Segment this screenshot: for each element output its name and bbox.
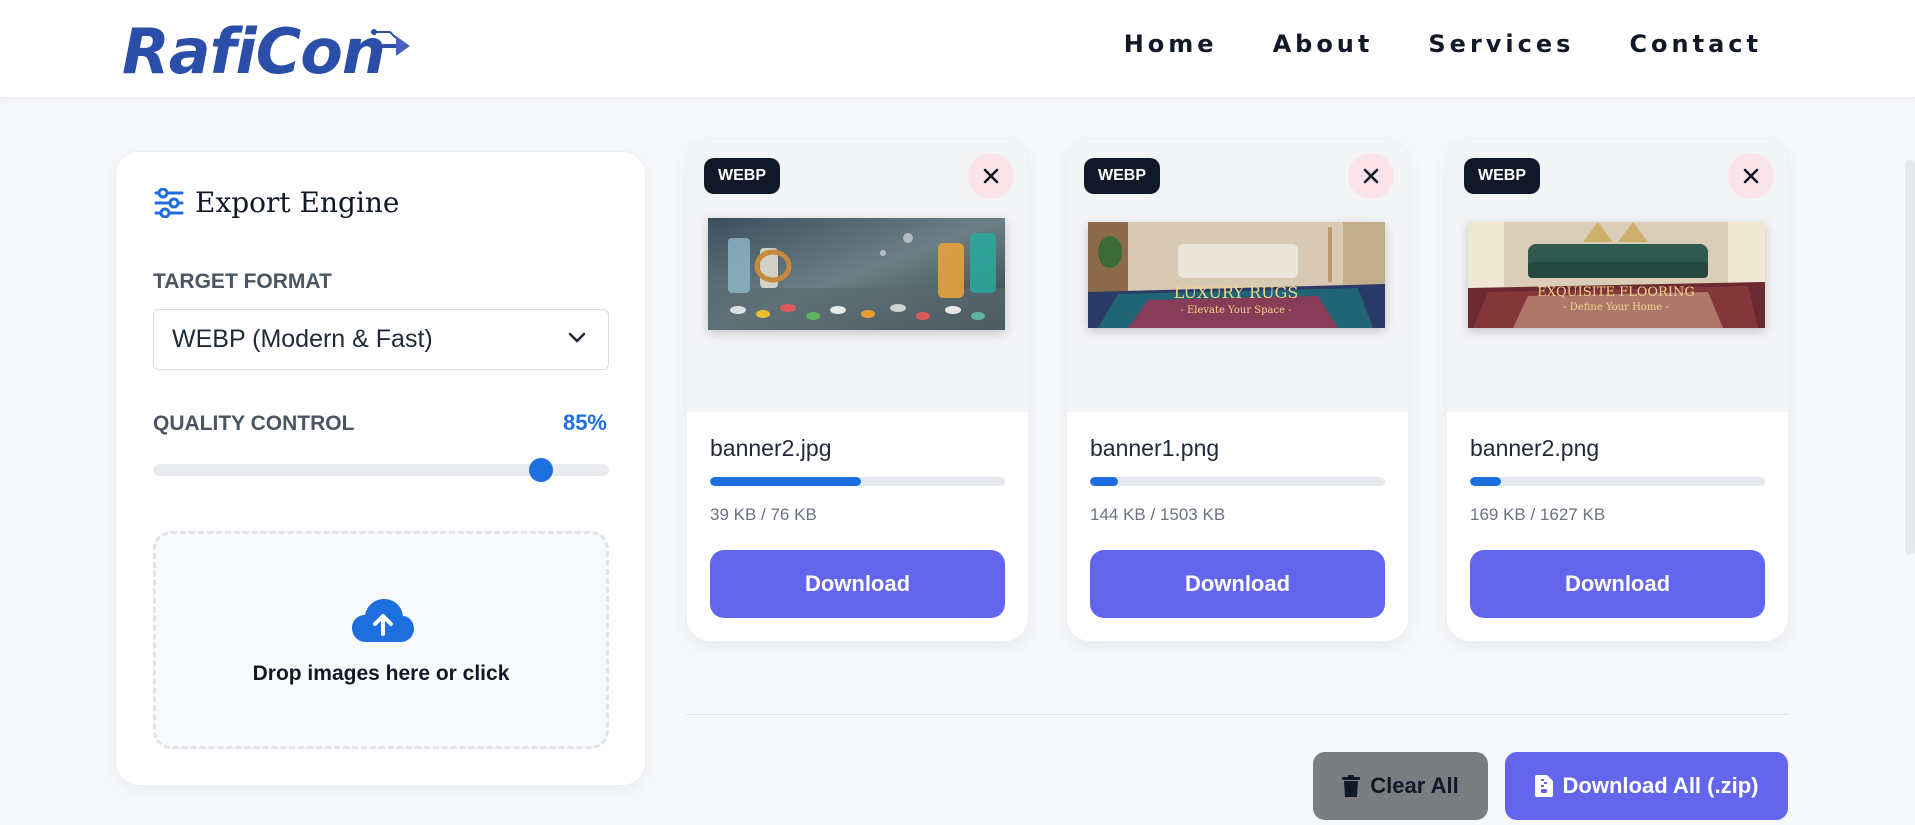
card-size: 39 KB / 76 KB [710,505,817,524]
remove-image-button[interactable] [1348,153,1394,199]
close-icon [1363,168,1379,184]
format-badge: WEBP [1464,158,1540,194]
image-card: WEBP EXQUISITE FLOORING - Define Your Ho… [1446,138,1789,642]
target-format-label: TARGET FORMAT [153,270,332,293]
quality-slider-thumb[interactable] [528,458,553,482]
thumb-subcaption: - Elevate Your Space - [1180,305,1291,316]
chevron-down-icon [568,332,586,343]
compression-progress [1470,477,1765,486]
cloud-upload-icon [352,599,414,642]
quality-slider[interactable] [153,458,609,482]
card-size: 169 KB / 1627 KB [1470,505,1606,524]
download-button[interactable]: Download [1090,550,1385,618]
download-all-label: Download All (.zip) [1562,773,1759,798]
dropzone-text: Drop images here or click [252,662,510,685]
logo-text: RafiCon [122,15,386,88]
card-size: 144 KB / 1503 KB [1090,505,1226,524]
logo-arrow-icon [371,29,410,56]
rug-banner-photo: LUXURY RUGS - Elevate Your Space - [1088,222,1385,328]
panel-title: Export Engine [153,186,400,219]
card-media: WEBP LUXURY RUGS - Elevate Your Space - [1067,139,1408,412]
format-badge: WEBP [704,158,780,194]
close-icon [1743,168,1759,184]
compression-progress [710,477,1005,486]
card-media: WEBP [687,139,1028,412]
trash-icon [1342,775,1361,797]
remove-image-button[interactable] [968,153,1014,199]
pills-photo [708,218,1005,330]
thumb-caption: EXQUISITE FLOORING [1537,285,1694,300]
site-header: RafiCon Home About Services Contact [0,0,1915,98]
download-button[interactable]: Download [710,550,1005,618]
image-thumbnail: LUXURY RUGS - Elevate Your Space - [1088,222,1385,328]
logo[interactable]: RafiCon [122,15,410,88]
progress-fill [710,477,862,486]
divider [686,714,1788,715]
image-card: WEBP LUXURY RUGS - Elevate Your Space - … [1066,138,1409,642]
card-media: WEBP EXQUISITE FLOORING - Define Your Ho… [1447,139,1788,412]
thumb-subcaption: - Define Your Home - [1563,302,1669,313]
sliders-icon [154,187,184,218]
format-badge: WEBP [1084,158,1160,194]
download-all-button[interactable]: Download All (.zip) [1505,752,1788,820]
thumb-caption: LUXURY RUGS [1174,283,1299,302]
image-card: WEBP banner2.jpg 39 KB / 76 KB Download [686,138,1029,642]
nav-home[interactable]: Home [1124,30,1218,58]
image-dropzone[interactable]: Drop images here or click [153,531,609,749]
flooring-banner-photo: EXQUISITE FLOORING - Define Your Home - [1468,222,1765,328]
remove-image-button[interactable] [1728,153,1774,199]
target-format-value: WEBP (Modern & Fast) [172,325,433,353]
nav-services[interactable]: Services [1428,30,1574,58]
download-button[interactable]: Download [1470,550,1765,618]
quality-control-label: QUALITY CONTROL [153,412,355,435]
image-thumbnail [708,218,1005,330]
progress-fill [1470,477,1501,486]
clear-all-button[interactable]: Clear All [1313,752,1488,820]
image-thumbnail: EXQUISITE FLOORING - Define Your Home - [1468,222,1765,328]
target-format-select[interactable]: WEBP (Modern & Fast) [153,309,609,370]
nav-about[interactable]: About [1273,30,1374,58]
compression-progress [1090,477,1385,486]
clear-all-label: Clear All [1370,773,1459,798]
main-nav: Home About Services Contact [1124,30,1762,58]
export-engine-panel: Export Engine TARGET FORMAT WEBP (Modern… [115,151,646,786]
nav-contact[interactable]: Contact [1629,30,1762,58]
close-icon [983,168,999,184]
card-filename: banner2.png [1470,435,1600,461]
page-scrollbar[interactable] [1905,160,1915,555]
card-filename: banner2.jpg [710,435,832,461]
quality-value: 85% [562,410,607,435]
progress-fill [1090,477,1119,486]
panel-title-text: Export Engine [195,186,400,219]
file-zip-icon [1534,775,1553,797]
card-filename: banner1.png [1090,435,1220,461]
